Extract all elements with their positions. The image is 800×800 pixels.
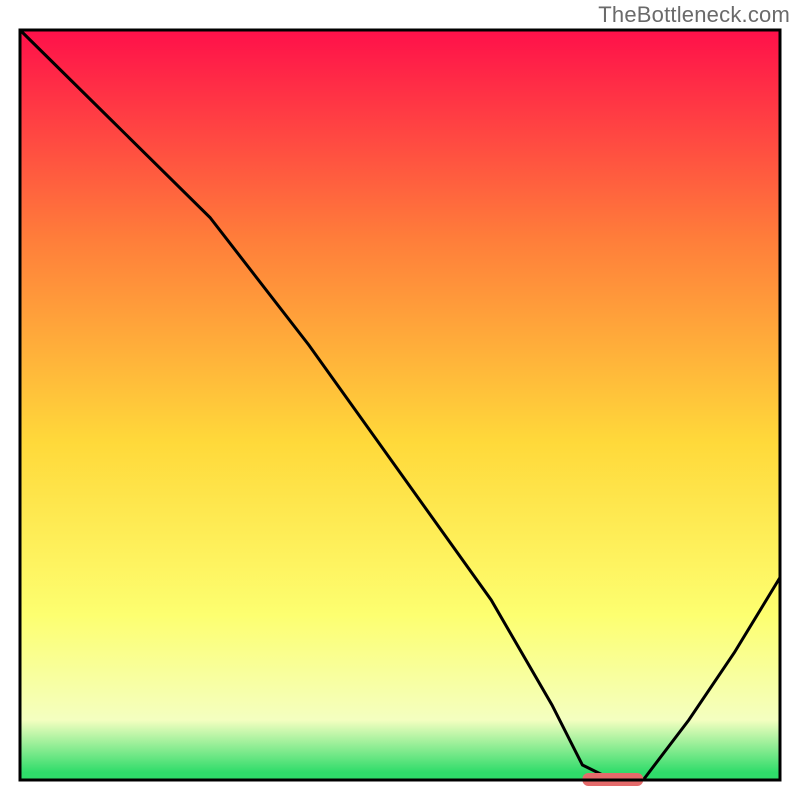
bottleneck-chart [0, 0, 800, 800]
